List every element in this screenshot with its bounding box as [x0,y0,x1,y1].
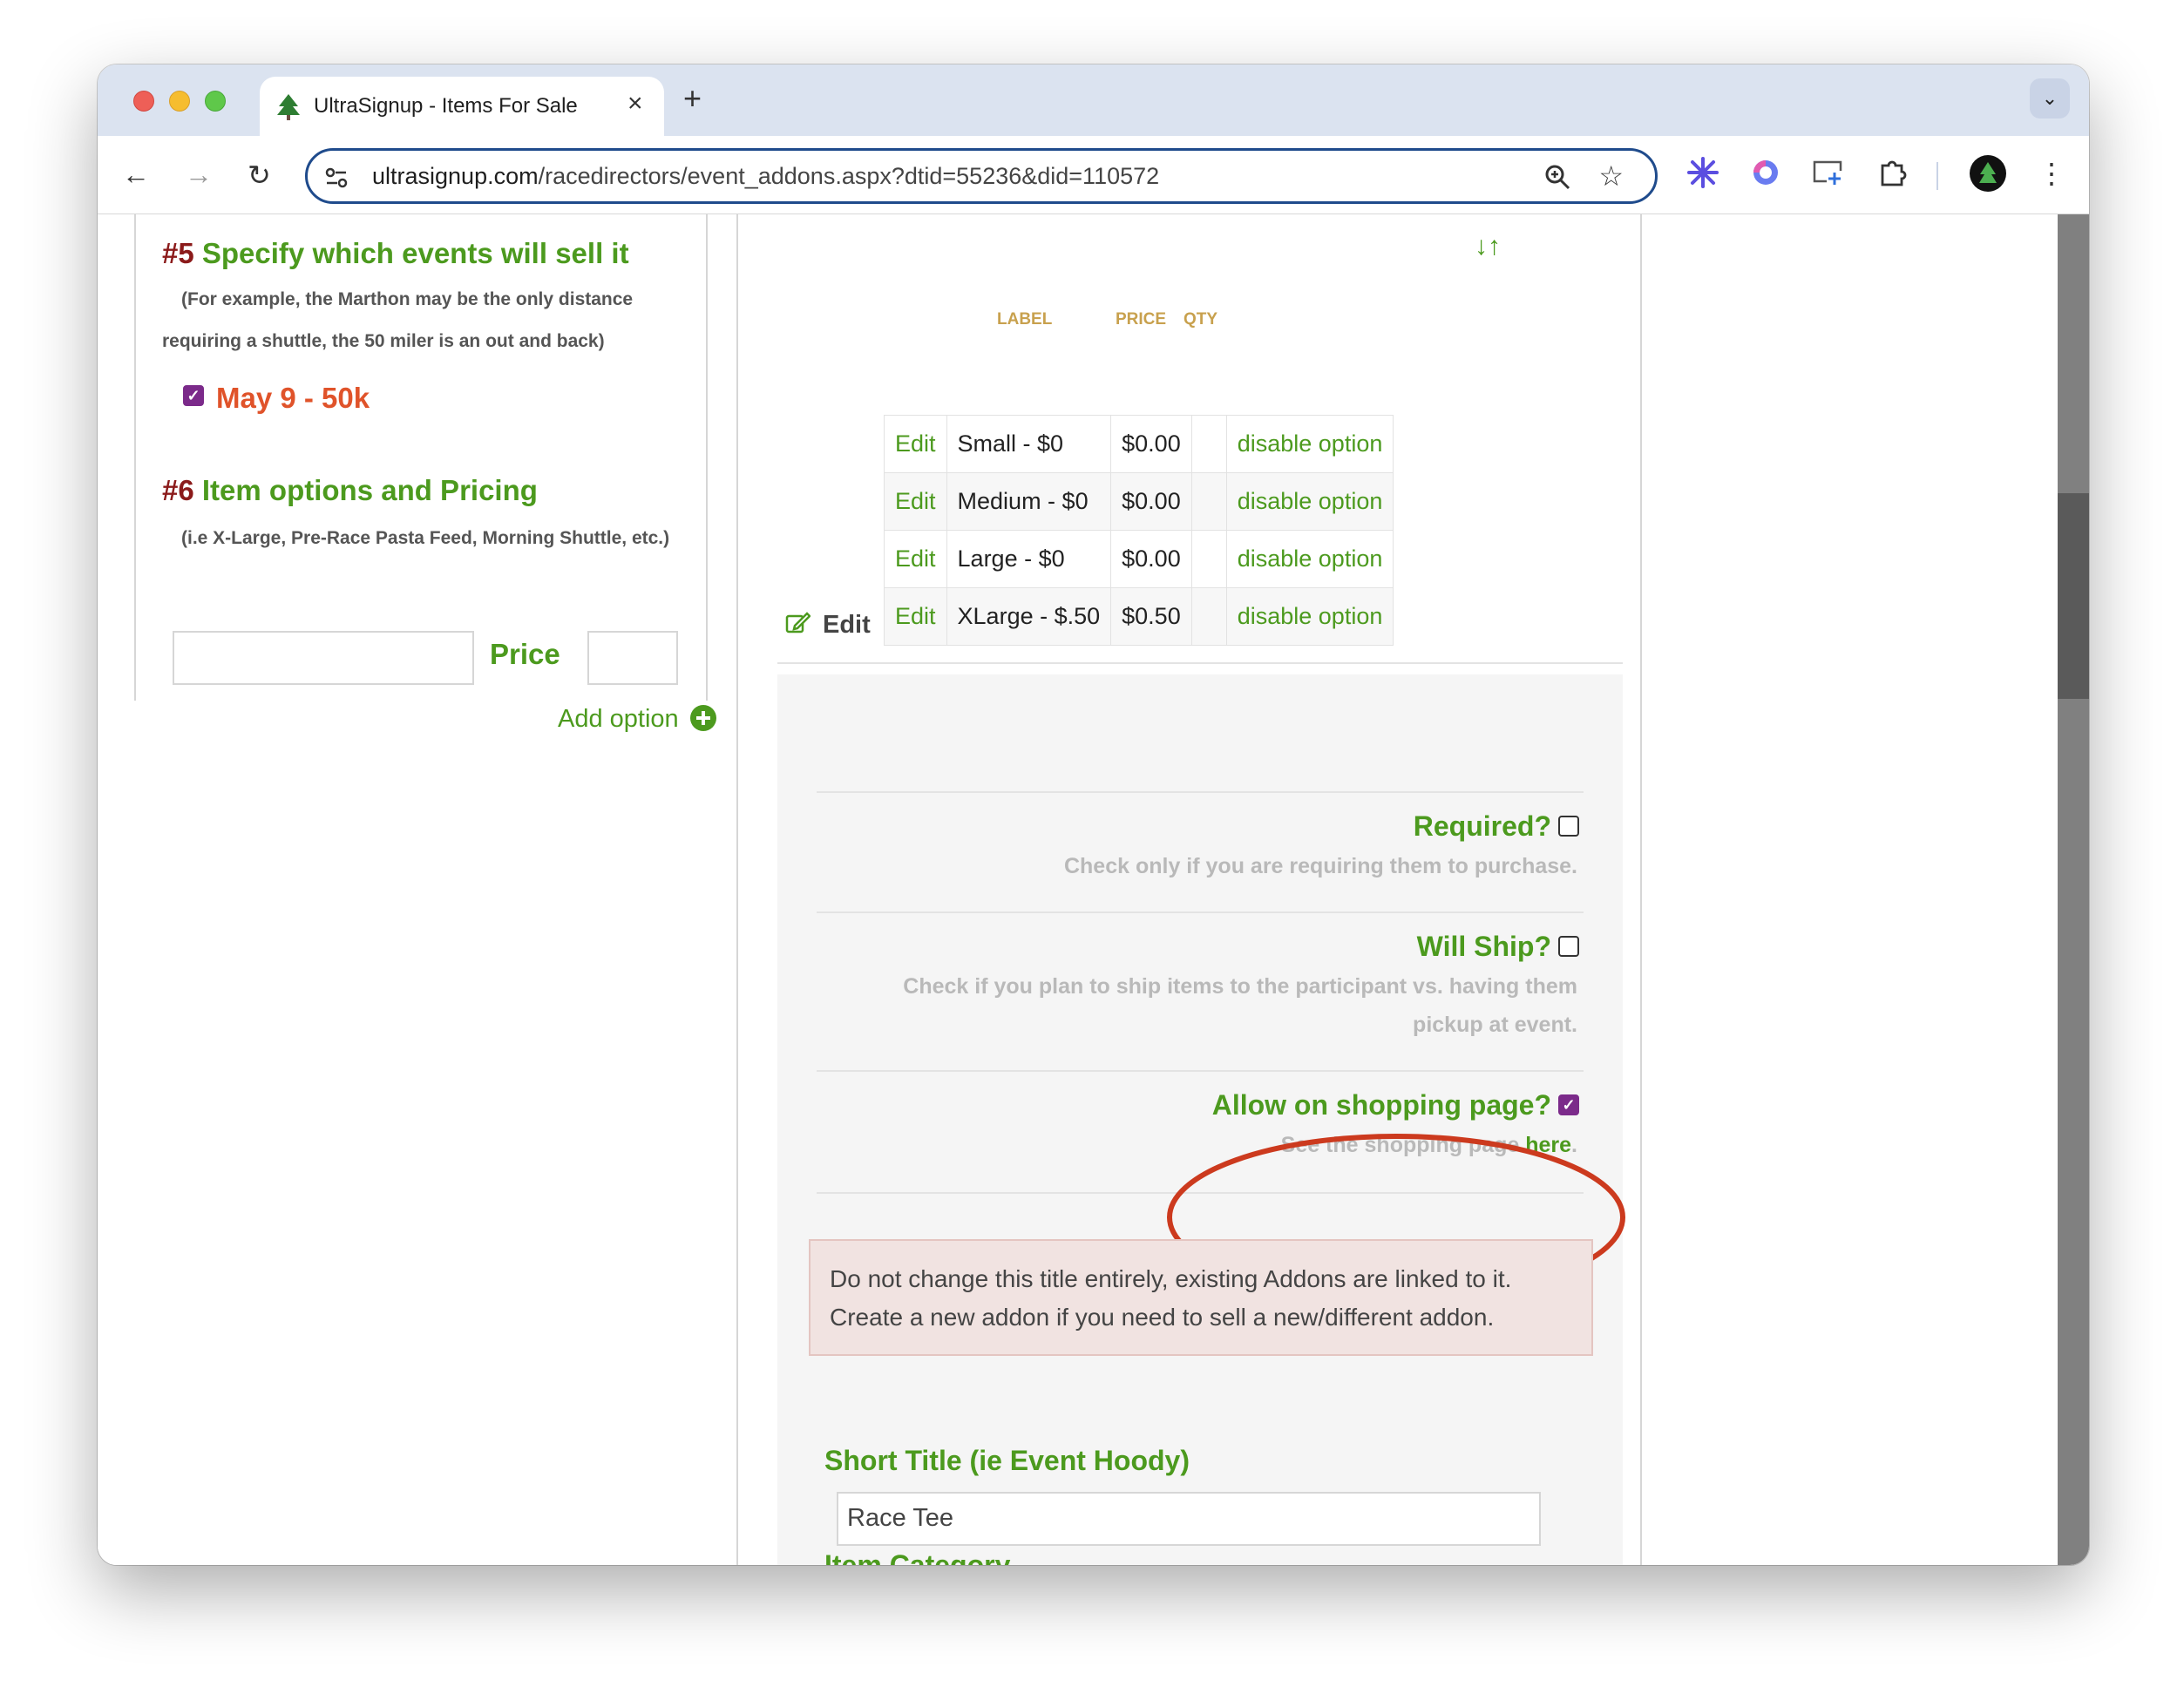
panel-divider [817,1070,1584,1072]
panel-divider [817,911,1584,913]
option-price: $0.50 [1110,587,1192,646]
will-ship-help-line2: pickup at event. [1413,1013,1577,1037]
browser-window: UltraSignup - Items For Sale × + ⌄ ← → ↻… [98,64,2089,1565]
col-header-price: PRICE [1116,310,1167,329]
tab-search-chevron-icon[interactable]: ⌄ [2030,78,2070,119]
col-header-label: LABEL [997,310,1053,329]
table-row: Edit Medium - $0 $0.00 disable option [884,472,1394,531]
tab-bar: UltraSignup - Items For Sale × + ⌄ [98,64,2089,136]
edit-option-link[interactable]: Edit [884,472,947,531]
bookmark-star-icon[interactable]: ☆ [1598,159,1624,193]
panel-divider [817,791,1584,793]
shopping-page-label: Allow on shopping page? [1211,1089,1551,1121]
option-price: $0.00 [1110,472,1192,531]
tab-title: UltraSignup - Items For Sale [314,94,578,118]
new-tab-icon[interactable]: + [683,80,702,117]
table-row: Edit XLarge - $.50 $0.50 disable option [884,587,1394,646]
disable-option-link[interactable]: disable option [1225,587,1394,646]
shopping-page-checkbox[interactable]: ✓ [1558,1094,1579,1115]
section6-note: (i.e X-Large, Pre-Race Pasta Feed, Morni… [181,528,670,548]
option-label: Medium - $0 [946,472,1112,531]
back-arrow-icon[interactable]: ← [122,159,150,191]
will-ship-help-line1: Check if you plan to ship items to the p… [903,974,1577,999]
address-bar[interactable]: ultrasignup.com/racedirectors/event_addo… [305,148,1658,204]
profile-avatar[interactable] [1970,155,2006,192]
reorder-arrows-icon[interactable]: ↓↑ [1475,232,1501,261]
option-qty [1190,472,1227,531]
option-price: $0.00 [1110,530,1192,588]
option-qty [1190,587,1227,646]
option-qty [1190,530,1227,588]
table-row: Edit Small - $0 $0.00 disable option [884,415,1394,473]
plus-circle-icon [689,705,716,731]
disable-option-link[interactable]: disable option [1225,530,1394,588]
maximize-window-button[interactable] [205,91,226,112]
table-row: Edit Large - $0 $0.00 disable option [884,530,1394,588]
browser-menu-icon[interactable]: ⋮ [2038,157,2065,190]
reload-icon[interactable]: ↻ [248,159,271,192]
title-warning-alert: Do not change this title entirely, exist… [809,1239,1593,1356]
option-price-input[interactable] [587,631,678,685]
browser-toolbar: ← → ↻ ultrasignup.com/racedirectors/even… [98,136,2089,214]
section-divider [777,662,1623,664]
close-window-button[interactable] [133,91,154,112]
will-ship-checkbox[interactable] [1558,936,1579,957]
will-ship-label: Will Ship? [1416,931,1551,962]
options-table: Edit Small - $0 $0.00 disable option Edi… [884,415,1394,646]
required-label: Required? [1413,810,1551,842]
required-checkbox[interactable] [1558,816,1579,837]
main-column-border [1640,214,1642,1565]
event-checkbox[interactable]: ✓ [183,385,204,406]
required-help: Check only if you are requiring them to … [1063,854,1577,878]
scrollbar-thumb[interactable] [2058,493,2089,699]
option-price: $0.00 [1110,415,1192,473]
left-column [134,214,708,701]
section5-heading: #5 Specify which events will sell it [162,237,629,269]
tab-close-icon[interactable]: × [627,89,643,119]
edit-heading[interactable]: Edit [784,610,871,640]
option-label: XLarge - $.50 [946,587,1112,646]
edit-option-link[interactable]: Edit [884,587,947,646]
site-settings-icon[interactable] [323,165,349,195]
edit-option-link[interactable]: Edit [884,415,947,473]
section6-heading: #6 Item options and Pricing [162,474,538,506]
toolbar-divider [1936,162,1938,190]
event-label: May 9 - 50k [216,382,370,414]
column-divider [736,214,738,1565]
short-title-label: Short Title (ie Event Hoody) [824,1445,1190,1476]
tree-favicon-icon [277,94,300,125]
option-label-input[interactable] [173,631,474,685]
edit-option-link[interactable]: Edit [884,530,947,588]
forward-arrow-icon[interactable]: → [185,159,213,191]
section5-note-line2: requiring a shuttle, the 50 miler is an … [162,331,605,351]
add-option-button[interactable]: Add option [558,704,717,734]
disable-option-link[interactable]: disable option [1225,415,1394,473]
item-category-label: Item Category [824,1549,1011,1565]
extension-snowflake-icon[interactable] [1685,155,1720,194]
page-scrollbar[interactable] [2058,214,2089,1565]
option-label: Large - $0 [946,530,1112,588]
price-label: Price [490,638,560,670]
extension-copilot-icon[interactable] [1748,155,1783,194]
short-title-input[interactable]: Race Tee [837,1492,1541,1546]
page-content: #5 Specify which events will sell it (Fo… [98,214,2089,1565]
section5-note-line1: (For example, the Marthon may be the onl… [181,289,634,309]
disable-option-link[interactable]: disable option [1225,472,1394,531]
edit-pencil-icon [785,612,811,634]
url-text: ultrasignup.com/racedirectors/event_addo… [372,163,1160,189]
col-header-qty: QTY [1184,310,1218,329]
minimize-window-button[interactable] [169,91,190,112]
extensions-puzzle-icon[interactable] [1875,155,1910,194]
option-label: Small - $0 [946,415,1112,473]
tab-active[interactable]: UltraSignup - Items For Sale × [260,77,664,136]
option-qty [1190,415,1227,473]
zoom-icon[interactable] [1543,163,1571,195]
extension-screen-add-icon[interactable] [1811,155,1846,194]
